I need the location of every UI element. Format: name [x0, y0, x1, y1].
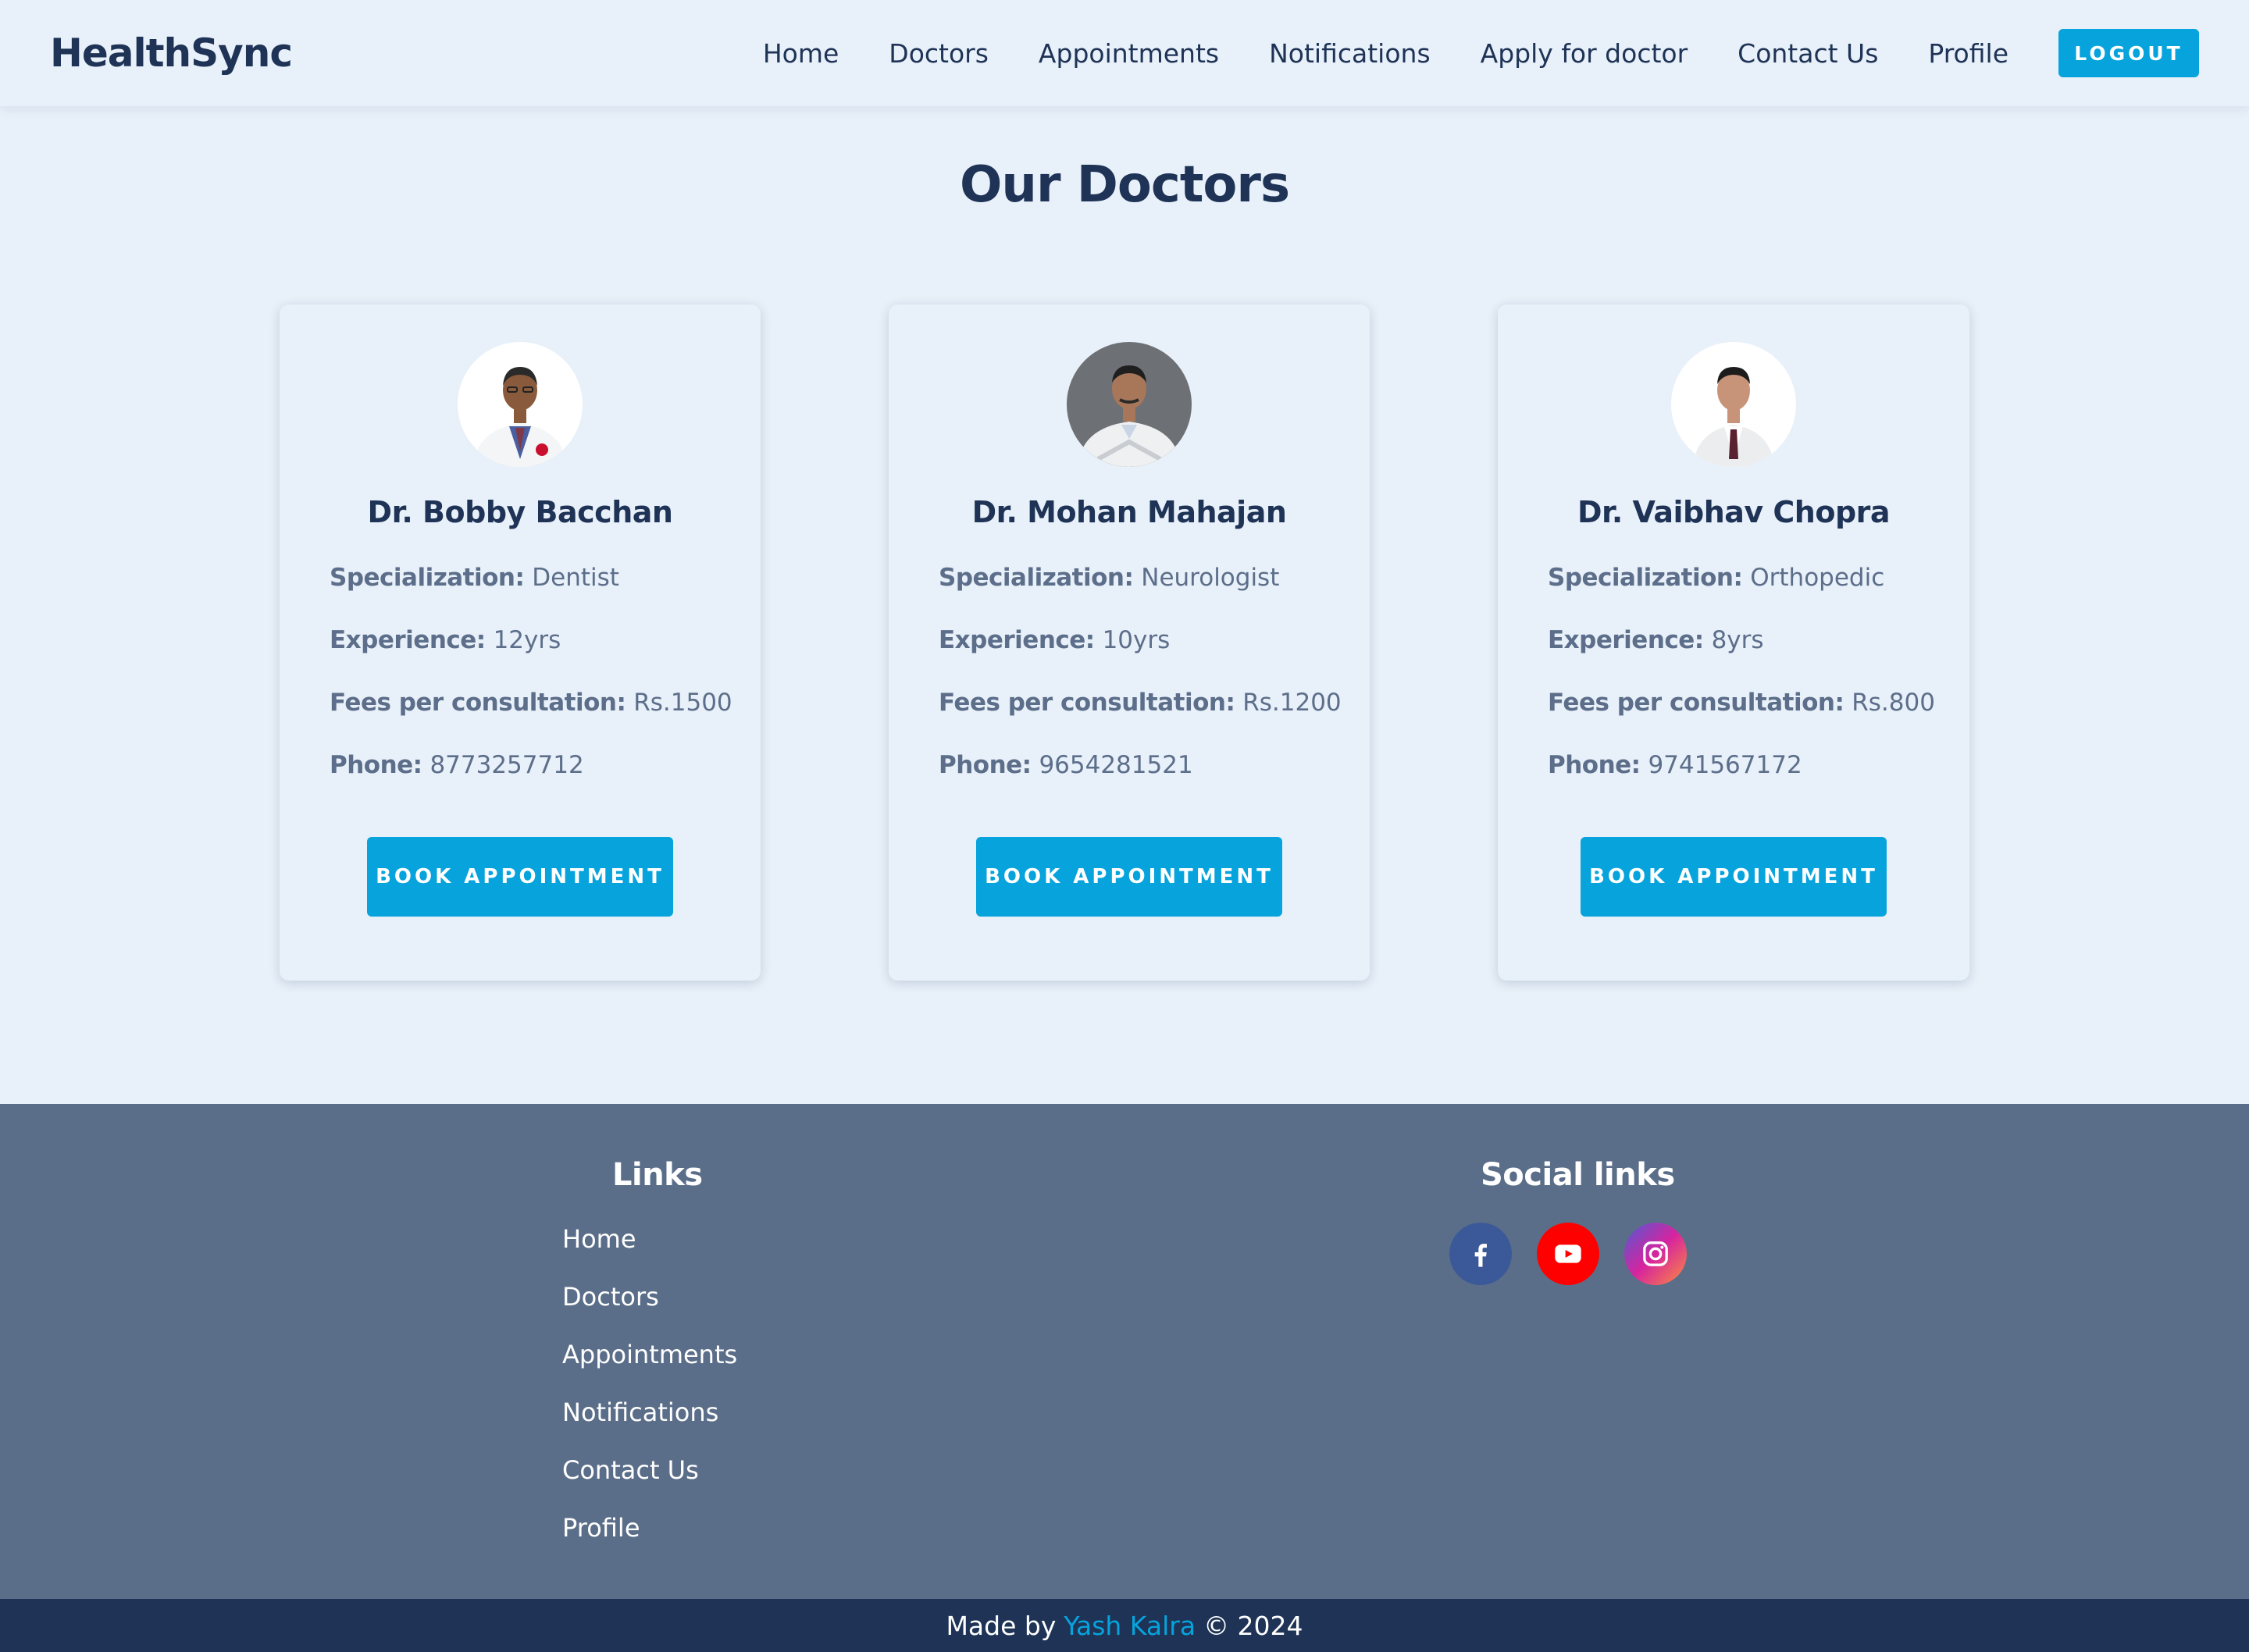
nav-appointments[interactable]: Appointments — [1039, 38, 1219, 69]
specialization-value: Neurologist — [1141, 564, 1280, 592]
fees-row: Fees per consultation: Rs.1500 — [330, 689, 732, 717]
phone-label: Phone: — [330, 751, 422, 779]
footer-links-heading: Links — [612, 1157, 703, 1193]
footer: Links Home Doctors Appointments Notifica… — [0, 1104, 2249, 1599]
specialization-label: Specialization: — [939, 564, 1134, 592]
phone-row: Phone: 9741567172 — [1548, 751, 1802, 779]
book-appointment-button[interactable]: BOOK APPOINTMENT — [1581, 837, 1887, 917]
copyright-suffix: © 2024 — [1203, 1610, 1303, 1641]
experience-value: 8yrs — [1711, 626, 1764, 654]
specialization-value: Orthopedic — [1750, 564, 1885, 592]
experience-label: Experience: — [1548, 626, 1704, 654]
phone-row: Phone: 9654281521 — [939, 751, 1193, 779]
phone-label: Phone: — [1548, 751, 1641, 779]
nav-doctors[interactable]: Doctors — [889, 38, 989, 69]
experience-value: 12yrs — [493, 626, 561, 654]
instagram-icon — [1643, 1241, 1668, 1266]
nav-links: Home Doctors Appointments Notifications … — [763, 29, 2199, 77]
footer-link-doctors[interactable]: Doctors — [562, 1282, 659, 1312]
book-appointment-button[interactable]: BOOK APPOINTMENT — [976, 837, 1282, 917]
experience-row: Experience: 8yrs — [1548, 626, 1764, 654]
doctor-name: Dr. Bobby Bacchan — [367, 495, 673, 529]
copyright-bar: Made by Yash Kalra © 2024 — [0, 1599, 2249, 1652]
doctor-name: Dr. Vaibhav Chopra — [1577, 495, 1891, 529]
experience-label: Experience: — [939, 626, 1095, 654]
footer-link-home[interactable]: Home — [562, 1224, 636, 1254]
youtube-icon — [1555, 1244, 1581, 1263]
specialization-value: Dentist — [532, 564, 619, 592]
nav-home[interactable]: Home — [763, 38, 839, 69]
specialization-row: Specialization: Orthopedic — [1548, 564, 1884, 592]
brand-logo[interactable]: HealthSync — [50, 30, 293, 76]
copyright-prefix: Made by — [946, 1610, 1057, 1641]
nav-profile[interactable]: Profile — [1928, 38, 2008, 69]
specialization-label: Specialization: — [1548, 564, 1743, 592]
doctor-avatar — [458, 342, 583, 467]
instagram-button[interactable] — [1624, 1223, 1687, 1285]
fees-label: Fees per consultation: — [939, 689, 1235, 717]
doctor-avatar — [1671, 342, 1796, 467]
nav-apply-for-doctor[interactable]: Apply for doctor — [1481, 38, 1688, 69]
experience-label: Experience: — [330, 626, 486, 654]
doctor-card: Dr. Vaibhav Chopra Specialization: Ortho… — [1498, 304, 1969, 981]
phone-label: Phone: — [939, 751, 1032, 779]
phone-row: Phone: 8773257712 — [330, 751, 584, 779]
youtube-button[interactable] — [1537, 1223, 1599, 1285]
specialization-row: Specialization: Dentist — [330, 564, 619, 592]
author-link[interactable]: Yash Kalra — [1064, 1611, 1196, 1641]
fees-label: Fees per consultation: — [330, 689, 626, 717]
phone-value: 9741567172 — [1648, 751, 1802, 779]
experience-row: Experience: 12yrs — [330, 626, 561, 654]
experience-row: Experience: 10yrs — [939, 626, 1170, 654]
phone-value: 9654281521 — [1039, 751, 1193, 779]
fees-row: Fees per consultation: Rs.800 — [1548, 689, 1935, 717]
footer-link-notifications[interactable]: Notifications — [562, 1397, 718, 1427]
specialization-label: Specialization: — [330, 564, 525, 592]
specialization-row: Specialization: Neurologist — [939, 564, 1279, 592]
page-title: Our Doctors — [959, 156, 1290, 214]
footer-link-appointments[interactable]: Appointments — [562, 1340, 737, 1369]
fees-label: Fees per consultation: — [1548, 689, 1844, 717]
doctor-avatar — [1067, 342, 1192, 467]
phone-value: 8773257712 — [429, 751, 584, 779]
experience-value: 10yrs — [1102, 626, 1171, 654]
footer-social-heading: Social links — [1481, 1157, 1675, 1193]
fees-value: Rs.800 — [1852, 689, 1935, 717]
fees-value: Rs.1200 — [1242, 689, 1342, 717]
logout-button[interactable]: LOGOUT — [2058, 29, 2199, 77]
facebook-icon — [1474, 1244, 1487, 1267]
fees-row: Fees per consultation: Rs.1200 — [939, 689, 1342, 717]
nav-contact-us[interactable]: Contact Us — [1738, 38, 1878, 69]
facebook-button[interactable] — [1449, 1223, 1512, 1285]
footer-link-contact-us[interactable]: Contact Us — [562, 1455, 699, 1485]
navbar: HealthSync Home Doctors Appointments Not… — [0, 0, 2249, 106]
doctor-card: Dr. Bobby Bacchan Specialization: Dentis… — [280, 304, 761, 981]
footer-link-profile[interactable]: Profile — [562, 1513, 640, 1543]
book-appointment-button[interactable]: BOOK APPOINTMENT — [367, 837, 673, 917]
fees-value: Rs.1500 — [633, 689, 732, 717]
doctor-name: Dr. Mohan Mahajan — [971, 495, 1287, 529]
nav-notifications[interactable]: Notifications — [1269, 38, 1431, 69]
doctor-card: Dr. Mohan Mahajan Specialization: Neurol… — [889, 304, 1370, 981]
